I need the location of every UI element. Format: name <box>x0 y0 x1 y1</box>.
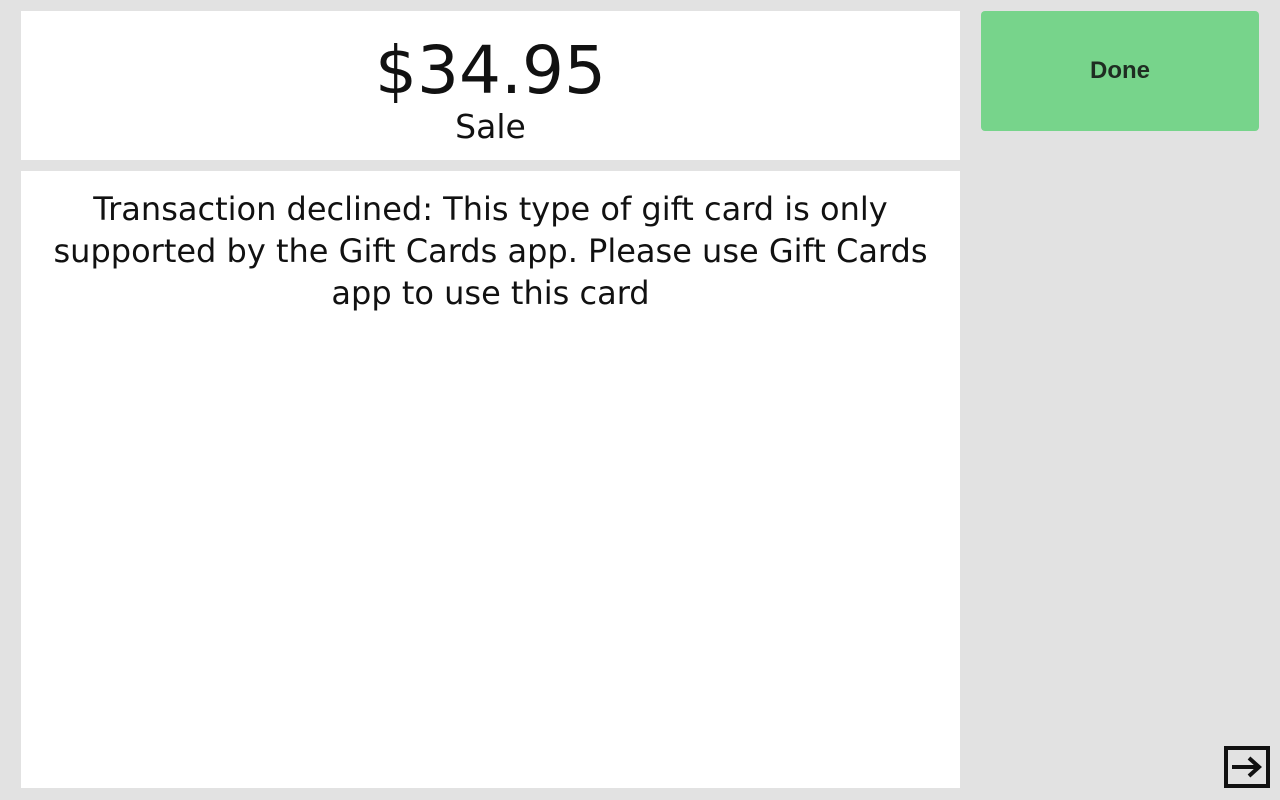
exit-icon <box>1222 742 1272 792</box>
transaction-amount: $34.95 <box>375 32 606 109</box>
done-button[interactable]: Done <box>981 11 1259 131</box>
transaction-type: Sale <box>455 107 526 146</box>
message-panel: Transaction declined: This type of gift … <box>21 171 960 788</box>
amount-panel: $34.95 Sale <box>21 11 960 160</box>
exit-button[interactable] <box>1222 742 1272 792</box>
decline-message: Transaction declined: This type of gift … <box>53 190 928 312</box>
